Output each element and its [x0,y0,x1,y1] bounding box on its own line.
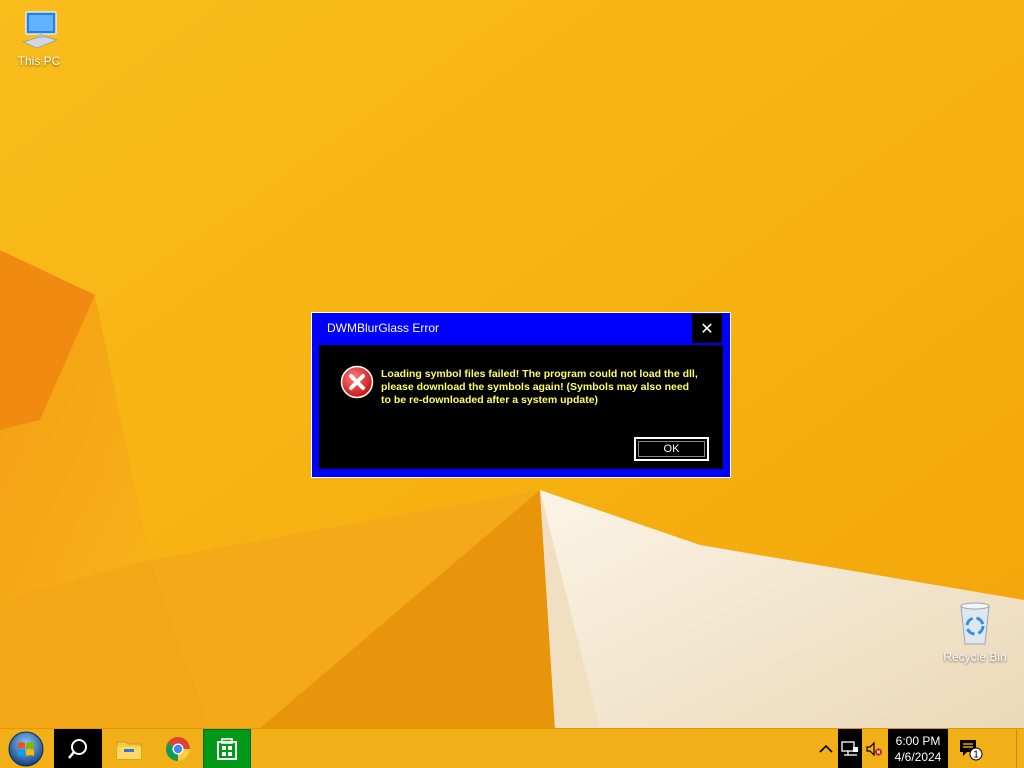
recycle-bin-icon [960,602,990,645]
volume-muted-icon [866,741,882,757]
show-desktop-button[interactable] [1016,729,1024,768]
file-explorer-button[interactable] [106,729,152,768]
desktop-icon-label: Recycle Bin [943,650,1007,664]
monitor-icon [21,11,59,49]
chrome-button[interactable] [155,729,201,768]
desktop-icon-this-pc[interactable]: This PC [1,10,77,68]
start-orb-icon [8,731,44,767]
close-button[interactable]: ✕ [692,314,722,343]
clock-time: 6:00 PM [895,734,941,748]
search-icon [68,739,87,759]
dialog-body: Loading symbol files failed! The program… [319,345,723,469]
chrome-icon [166,737,190,762]
error-dialog: DWMBlurGlass Error ✕ Loading symbol file… [311,312,731,478]
show-hidden-icons-button[interactable] [814,729,838,768]
file-explorer-icon [116,741,142,760]
app-icon [217,738,237,760]
notification-icon: 1 [960,740,983,761]
action-center-button[interactable]: 1 [950,729,990,768]
ok-button[interactable]: OK [634,437,709,461]
volume-tray-button[interactable] [863,729,885,768]
taskbar: 6:00 PM 4/6/2024 1 [0,728,1024,768]
clock[interactable]: 6:00 PM 4/6/2024 [888,729,948,768]
search-button[interactable] [54,729,102,768]
network-icon [841,741,858,756]
chevron-up-icon [819,744,833,753]
active-app-button[interactable] [203,729,251,768]
notification-count: 1 [973,750,979,761]
close-icon: ✕ [700,320,714,338]
dialog-title: DWMBlurGlass Error [327,321,440,335]
error-icon [340,365,374,399]
desktop-icon-label: This PC [17,54,61,68]
start-button[interactable] [0,729,52,768]
network-tray-button[interactable] [838,729,862,768]
clock-date: 4/6/2024 [894,750,942,764]
desktop-icon-recycle-bin[interactable]: Recycle Bin [937,600,1013,664]
dialog-message: Loading symbol files failed! The program… [381,368,698,406]
